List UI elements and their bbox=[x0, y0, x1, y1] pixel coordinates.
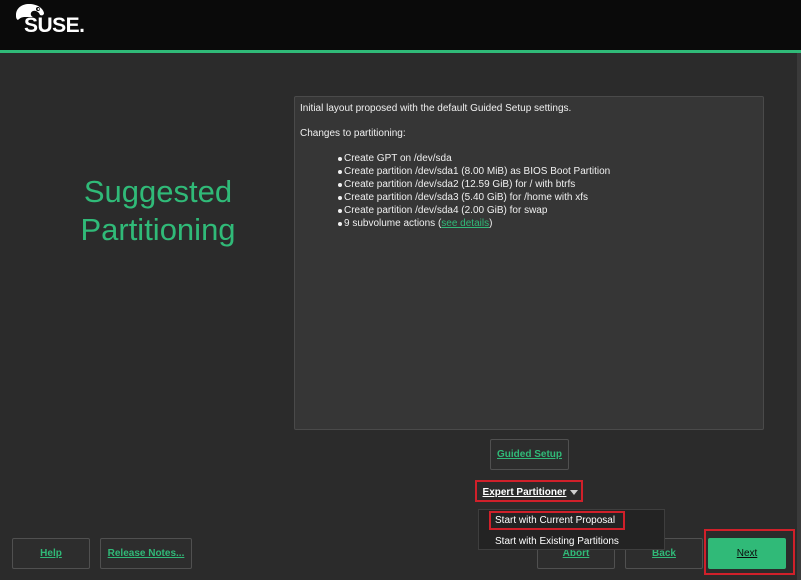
accent-line bbox=[0, 50, 801, 53]
partitioning-summary: Initial layout proposed with the default… bbox=[294, 96, 764, 430]
page-title-line1: Suggested bbox=[83, 174, 233, 209]
expert-partitioner-label: Expert Partitioner bbox=[482, 487, 567, 498]
list-item: Create GPT on /dev/sda bbox=[338, 152, 758, 165]
next-button[interactable]: Next bbox=[708, 538, 786, 569]
list-item-subvolumes: 9 subvolume actions (see details) bbox=[338, 217, 758, 230]
see-details-link[interactable]: see details bbox=[441, 218, 489, 229]
chevron-down-icon bbox=[570, 490, 579, 495]
release-notes-button[interactable]: Release Notes... bbox=[100, 538, 192, 569]
top-bar: SUSE. bbox=[0, 0, 801, 50]
menu-item-existing-partitions[interactable]: Start with Existing Partitions bbox=[495, 536, 619, 547]
list-item: Create partition /dev/sda3 (5.40 GiB) fo… bbox=[338, 191, 758, 204]
suse-wordmark: SUSE. bbox=[24, 14, 85, 37]
list-item: Create partition /dev/sda4 (2.00 GiB) fo… bbox=[338, 204, 758, 217]
window-scrollbar[interactable] bbox=[797, 53, 801, 580]
menu-item-current-proposal[interactable]: Start with Current Proposal bbox=[495, 515, 615, 526]
page-title: Suggested Partitioning bbox=[48, 173, 268, 249]
expert-partitioner-button[interactable]: Expert Partitioner bbox=[477, 482, 584, 503]
changes-list: Create GPT on /dev/sda Create partition … bbox=[300, 152, 758, 230]
subvolume-prefix: 9 subvolume actions ( bbox=[344, 218, 442, 229]
page-title-line2: Partitioning bbox=[80, 212, 236, 247]
summary-intro: Initial layout proposed with the default… bbox=[300, 103, 572, 114]
summary-changes-label: Changes to partitioning: bbox=[300, 128, 406, 139]
help-button[interactable]: Help bbox=[12, 538, 90, 569]
expert-partitioner-menu: Start with Current Proposal Start with E… bbox=[478, 509, 665, 550]
list-item: Create partition /dev/sda1 (8.00 MiB) as… bbox=[338, 165, 758, 178]
guided-setup-button[interactable]: Guided Setup bbox=[490, 439, 569, 470]
suse-logo: SUSE. bbox=[12, 3, 92, 43]
subvolume-suffix: ) bbox=[489, 218, 493, 229]
list-item: Create partition /dev/sda2 (12.59 GiB) f… bbox=[338, 178, 758, 191]
